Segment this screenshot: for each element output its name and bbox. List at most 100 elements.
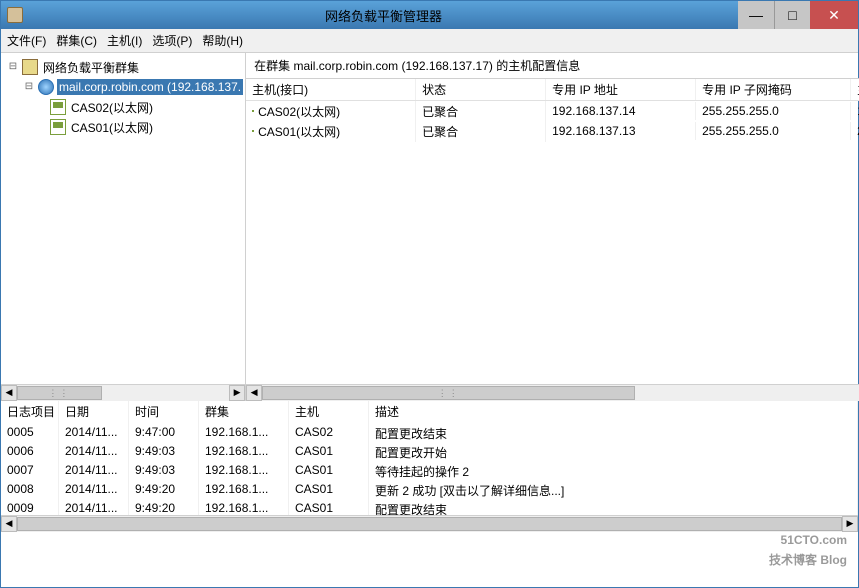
menu-options[interactable]: 选项(P) <box>152 32 192 49</box>
col-interface[interactable]: 主机(接口) <box>246 79 416 100</box>
col-log-desc[interactable]: 描述 <box>369 401 858 423</box>
tree-host[interactable]: CAS02(以太网) <box>3 97 243 117</box>
host-icon <box>50 99 66 115</box>
log-date: 2014/11... <box>59 480 129 499</box>
host-icon <box>50 119 66 135</box>
window-title: 网络负载平衡管理器 <box>29 6 738 25</box>
log-time: 9:49:20 <box>129 480 199 499</box>
scroll-thumb[interactable]: ⋮⋮ <box>17 386 102 400</box>
col-log-host[interactable]: 主机 <box>289 401 369 423</box>
log-host: CAS01 <box>289 461 369 480</box>
col-ip[interactable]: 专用 IP 地址 <box>546 79 696 100</box>
tree-cluster[interactable]: ⊟ mail.corp.robin.com (192.168.137. <box>3 77 243 97</box>
scroll-left-icon[interactable]: ◀ <box>246 385 262 401</box>
log-row[interactable]: 0008 2014/11... 9:49:20 192.168.1... CAS… <box>1 480 858 499</box>
close-button[interactable]: ✕ <box>810 1 858 29</box>
scroll-right-icon[interactable]: ▶ <box>229 385 245 401</box>
log-id: 0009 <box>1 499 59 515</box>
host-ip: 192.168.137.14 <box>546 102 696 120</box>
log-host: CAS01 <box>289 499 369 515</box>
titlebar[interactable]: 网络负载平衡管理器 — □ ✕ <box>1 1 858 29</box>
menu-help[interactable]: 帮助(H) <box>202 32 243 49</box>
log-desc: 配置更改结束 <box>369 423 858 442</box>
host-icon <box>252 110 254 112</box>
col-log-time[interactable]: 时间 <box>129 401 199 423</box>
scroll-left-icon[interactable]: ◀ <box>1 516 17 532</box>
host-priority: 1 <box>851 102 859 120</box>
log-date: 2014/11... <box>59 442 129 461</box>
app-icon <box>7 7 23 23</box>
log-row[interactable]: 0007 2014/11... 9:49:03 192.168.1... CAS… <box>1 461 858 480</box>
host-status: 已聚合 <box>416 121 546 142</box>
col-log-date[interactable]: 日期 <box>59 401 129 423</box>
log-cluster: 192.168.1... <box>199 442 289 461</box>
collapse-icon[interactable]: ⊟ <box>23 81 35 93</box>
collapse-icon[interactable]: ⊟ <box>7 61 19 73</box>
log-row[interactable]: 0006 2014/11... 9:49:03 192.168.1... CAS… <box>1 442 858 461</box>
host-status: 已聚合 <box>416 101 546 122</box>
col-log-cluster[interactable]: 群集 <box>199 401 289 423</box>
log-time: 9:49:03 <box>129 461 199 480</box>
col-log-id[interactable]: 日志项目 <box>1 401 59 423</box>
log-cluster: 192.168.1... <box>199 499 289 515</box>
log-cluster: 192.168.1... <box>199 480 289 499</box>
clusters-icon <box>22 59 38 75</box>
tree-host-label: CAS02(以太网) <box>69 98 155 117</box>
log-desc: 更新 2 成功 [双击以了解详细信息...] <box>369 480 858 499</box>
host-mask: 255.255.255.0 <box>696 122 851 140</box>
log-time: 9:49:20 <box>129 499 199 515</box>
host-icon <box>252 130 254 132</box>
tree-root[interactable]: ⊟ 网络负载平衡群集 <box>3 57 243 77</box>
tree-cluster-label: mail.corp.robin.com (192.168.137. <box>57 79 243 95</box>
host-mask: 255.255.255.0 <box>696 102 851 120</box>
col-mask[interactable]: 专用 IP 子网掩码 <box>696 79 851 100</box>
scroll-thumb[interactable]: ⋮⋮ <box>262 386 635 400</box>
log-row[interactable]: 0005 2014/11... 9:47:00 192.168.1... CAS… <box>1 423 858 442</box>
col-status[interactable]: 状态 <box>416 79 546 100</box>
menu-host[interactable]: 主机(I) <box>107 32 142 49</box>
log-desc: 等待挂起的操作 2 <box>369 461 858 480</box>
tree-root-label: 网络负载平衡群集 <box>41 58 141 77</box>
tree-host[interactable]: CAS01(以太网) <box>3 117 243 137</box>
log-date: 2014/11... <box>59 499 129 515</box>
log-host: CAS01 <box>289 442 369 461</box>
menu-file[interactable]: 文件(F) <box>7 32 46 49</box>
log-cluster: 192.168.1... <box>199 423 289 442</box>
maximize-button[interactable]: □ <box>774 1 810 29</box>
menu-cluster[interactable]: 群集(C) <box>56 32 97 49</box>
log-host: CAS02 <box>289 423 369 442</box>
cluster-tree[interactable]: ⊟ 网络负载平衡群集 ⊟ mail.corp.robin.com (192.16… <box>1 53 245 384</box>
log-row[interactable]: 0009 2014/11... 9:49:20 192.168.1... CAS… <box>1 499 858 515</box>
log-id: 0008 <box>1 480 59 499</box>
host-ip: 192.168.137.13 <box>546 122 696 140</box>
log-pane: 日志项目 日期 时间 群集 主机 描述 0005 2014/11... 9:47… <box>1 401 858 531</box>
log-desc: 配置更改结束 <box>369 499 858 515</box>
scroll-thumb[interactable] <box>17 517 842 531</box>
log-cluster: 192.168.1... <box>199 461 289 480</box>
log-host: CAS01 <box>289 480 369 499</box>
host-column-headers[interactable]: 主机(接口) 状态 专用 IP 地址 专用 IP 子网掩码 主机优 <box>246 79 859 101</box>
log-hscroll[interactable]: ◀ ▶ <box>1 515 858 531</box>
host-row[interactable]: CAS02(以太网) 已聚合 192.168.137.14 255.255.25… <box>246 101 859 121</box>
host-interface: CAS02(以太网) <box>258 103 340 120</box>
host-priority: 2 <box>851 122 859 140</box>
host-row[interactable]: CAS01(以太网) 已聚合 192.168.137.13 255.255.25… <box>246 121 859 141</box>
detail-hscroll[interactable]: ◀ ⋮⋮ ▶ <box>246 384 859 400</box>
log-time: 9:47:00 <box>129 423 199 442</box>
log-id: 0007 <box>1 461 59 480</box>
tree-host-label: CAS01(以太网) <box>69 118 155 137</box>
log-desc: 配置更改开始 <box>369 442 858 461</box>
log-time: 9:49:03 <box>129 442 199 461</box>
host-list[interactable]: 主机(接口) 状态 专用 IP 地址 专用 IP 子网掩码 主机优 CAS02(… <box>246 79 859 384</box>
host-interface: CAS01(以太网) <box>258 123 340 140</box>
log-date: 2014/11... <box>59 461 129 480</box>
log-column-headers[interactable]: 日志项目 日期 时间 群集 主机 描述 <box>1 401 858 423</box>
minimize-button[interactable]: — <box>738 1 774 29</box>
scroll-left-icon[interactable]: ◀ <box>1 385 17 401</box>
info-bar: 在群集 mail.corp.robin.com (192.168.137.17)… <box>246 53 859 79</box>
scroll-right-icon[interactable]: ▶ <box>842 516 858 532</box>
tree-hscroll[interactable]: ◀ ⋮⋮ ▶ <box>1 384 245 400</box>
col-priority[interactable]: 主机优 <box>851 79 859 100</box>
menubar: 文件(F) 群集(C) 主机(I) 选项(P) 帮助(H) <box>1 29 858 53</box>
log-date: 2014/11... <box>59 423 129 442</box>
